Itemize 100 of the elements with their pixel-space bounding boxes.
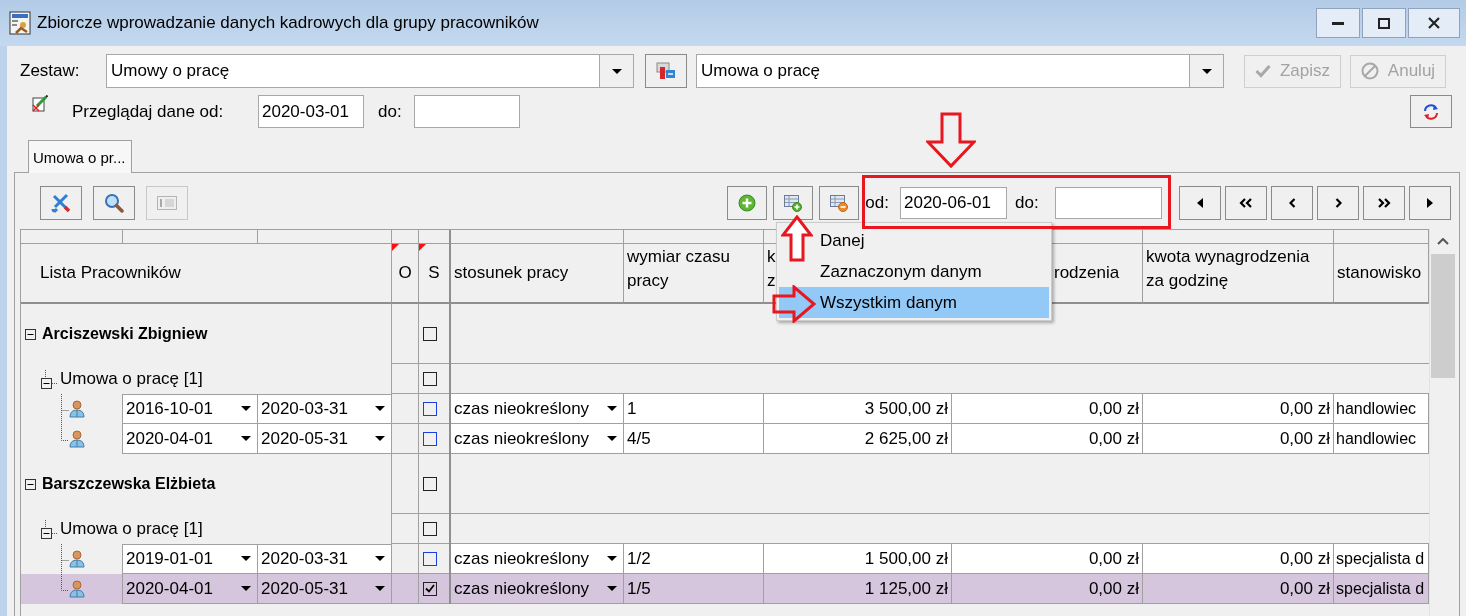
table-cell: 0,00 zł: [952, 574, 1143, 604]
set-combobox[interactable]: Umowy o pracę: [106, 54, 600, 88]
table-cell[interactable]: czas nieokreślony: [451, 544, 624, 574]
edit-icon: [32, 95, 48, 113]
column-header: stosunek pracy: [454, 262, 569, 284]
person-icon: [69, 430, 85, 448]
date-cell[interactable]: 2020-05-31: [258, 424, 392, 454]
table-cell[interactable]: czas nieokreślony: [451, 394, 624, 424]
column-header: k: [767, 246, 776, 268]
checkbox[interactable]: [423, 476, 437, 491]
table-cell: 4/5: [624, 424, 764, 454]
caret-icon: [611, 68, 622, 74]
right-arrow-icon: [772, 285, 816, 323]
chevron-right-icon: [1334, 198, 1342, 208]
date-from-field[interactable]: 2020-03-01: [258, 95, 364, 128]
menu-item[interactable]: Zaznaczonym danym: [779, 256, 1049, 287]
table-cell: 0,00 zł: [1143, 544, 1334, 574]
nav-button[interactable]: [1363, 186, 1405, 220]
date-cell[interactable]: 2020-04-01: [123, 424, 258, 454]
table-cell: [392, 574, 419, 604]
triangle-right-icon: [1427, 198, 1433, 208]
table-cell[interactable]: czas nieokreślony: [451, 424, 624, 454]
date-to-label: do:: [378, 101, 403, 122]
table-minus-icon: [830, 194, 849, 212]
checkbox[interactable]: [423, 326, 437, 341]
date-cell[interactable]: 2020-03-31: [258, 394, 392, 424]
checkbox[interactable]: [423, 431, 437, 446]
table-plus-icon: [784, 194, 803, 212]
collapse-icon[interactable]: [25, 328, 36, 340]
to-date-field[interactable]: [1055, 187, 1162, 219]
tools-button[interactable]: [40, 186, 82, 220]
check-icon: [1254, 64, 1271, 78]
table-cell[interactable]: czas nieokreślony: [451, 574, 624, 604]
date-to-field[interactable]: [414, 95, 520, 128]
menu-item[interactable]: Danej: [779, 225, 1049, 256]
caret-icon: [241, 586, 251, 591]
table-cell: 1 500,00 zł: [764, 544, 952, 574]
table-cell: specjalista d: [1334, 544, 1429, 574]
minimize-icon: [1332, 21, 1344, 25]
column-header: pracy: [627, 270, 669, 292]
date-cell[interactable]: 2020-03-31: [258, 544, 392, 574]
table-cell: 1/2: [624, 544, 764, 574]
minimize-button[interactable]: [1316, 8, 1360, 38]
date-cell[interactable]: 2019-01-01: [123, 544, 258, 574]
close-button[interactable]: [1408, 8, 1460, 38]
table-cell: 3 500,00 zł: [764, 394, 952, 424]
window-title: Zbiorcze wprowadzanie danych kadrowych dla grupy pracowników: [37, 13, 539, 33]
collapse-icon[interactable]: [25, 478, 36, 490]
add-rows-button[interactable]: [773, 186, 814, 220]
numbering-icon: [157, 196, 177, 210]
menu-item[interactable]: Wszystkim danym: [779, 287, 1049, 318]
table-row[interactable]: 2020-04-01 2020-05-31 czas nieokreślony 1/5 1 125,00 zł 0,00 zł 0,00 zł specjalista d: [21, 574, 1429, 604]
column-header: z: [767, 270, 776, 292]
date-cell[interactable]: 2020-04-01: [123, 574, 258, 604]
double-chevron-right-icon: [1377, 198, 1391, 208]
collapse-icon[interactable]: [41, 519, 57, 539]
caret-icon: [607, 586, 617, 591]
table-cell: handlowiec: [1334, 394, 1429, 424]
column-header: Lista Pracowników: [40, 262, 181, 284]
collapse-icon[interactable]: [41, 369, 57, 389]
cards-icon: [656, 62, 676, 80]
dropdown-button[interactable]: [600, 54, 634, 88]
chevron-up-icon[interactable]: [1436, 238, 1449, 245]
refresh-icon: [1423, 103, 1439, 120]
table-cell: 0,00 zł: [952, 424, 1143, 454]
nav-button[interactable]: [1225, 186, 1267, 220]
checkbox[interactable]: [423, 551, 437, 566]
caret-icon: [607, 406, 617, 411]
prohibited-icon: [1360, 62, 1379, 80]
cards-button[interactable]: [645, 54, 687, 88]
maximize-button[interactable]: [1362, 8, 1406, 38]
tree-branch-line: [61, 544, 69, 574]
search-button[interactable]: [93, 186, 135, 220]
checkbox[interactable]: [423, 521, 437, 536]
add-button[interactable]: [727, 186, 768, 220]
refresh-button[interactable]: [1410, 95, 1452, 128]
remove-rows-button[interactable]: [819, 186, 860, 220]
person-icon: [69, 580, 85, 598]
browse-label: Przeglądaj dane od:: [72, 101, 225, 122]
column-header: S: [428, 262, 440, 284]
checkbox[interactable]: [423, 581, 437, 596]
template-combobox[interactable]: Umowa o pracę: [696, 54, 1190, 88]
scrollbar-thumb[interactable]: [1430, 254, 1455, 378]
date-cell[interactable]: 2020-05-31: [258, 574, 392, 604]
column-header: za godzinę: [1146, 270, 1229, 292]
checkbox[interactable]: [423, 371, 437, 386]
checkbox[interactable]: [423, 401, 437, 416]
from-date-field[interactable]: 2020-06-01: [900, 187, 1007, 219]
table-cell: handlowiec: [1334, 424, 1429, 454]
table-cell: 0,00 zł: [1143, 394, 1334, 424]
tab[interactable]: Umowa o pr...: [28, 140, 132, 173]
plus-circle-icon: [738, 194, 757, 212]
caret-icon: [375, 436, 385, 441]
employee-name: Barszczewska Elżbieta: [42, 475, 216, 493]
dropdown-button[interactable]: [1190, 54, 1224, 88]
date-cell[interactable]: 2016-10-01: [123, 394, 258, 424]
caret-icon: [375, 556, 385, 561]
caret-icon: [607, 436, 617, 441]
from-label: od:: [865, 193, 889, 213]
close-icon: [1428, 17, 1440, 29]
